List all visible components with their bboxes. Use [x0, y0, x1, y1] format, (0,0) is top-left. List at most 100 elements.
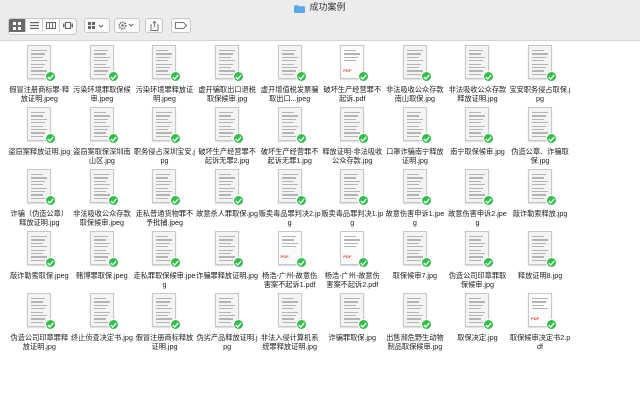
file-item[interactable]: 假冒注册商标罪-释放证明.jpeg [8, 43, 71, 105]
file-name: 赌博罪取保.jpeg [76, 271, 128, 280]
file-item[interactable]: PDF 杨浩-广州-故意伤害案不起诉2.pdf [321, 229, 384, 291]
file-name: 故意杀人罪取保.jpg [196, 209, 259, 218]
file-name: 杨浩-广州-故意伤害案不起诉2.pdf [324, 271, 380, 289]
checkmark-icon [45, 195, 57, 206]
file-name: 破坏生产经营罪不起诉无罪2.jpg [198, 147, 256, 165]
checkmark-icon [358, 195, 370, 206]
file-name: 假冒注册商标罪-释放证明.jpeg [9, 85, 70, 103]
file-item[interactable]: 宝安职务侵占取保.jpg [509, 43, 572, 105]
file-item[interactable]: 虚开骗取出口退税取保候审.jpg [196, 43, 259, 105]
file-item[interactable]: 口罩诈骗南宁释放证明.jpg [384, 105, 447, 167]
checkmark-icon [295, 71, 307, 82]
file-item[interactable]: 破坏生产经营罪不起诉无罪1.jpg [258, 105, 321, 167]
file-item[interactable]: 污染环境罪取保候审.jpeg [71, 43, 134, 105]
checkmark-icon [546, 195, 558, 206]
file-name: 伪造公司印章罪释放证明.jpg [10, 333, 69, 351]
action-button[interactable] [114, 18, 140, 33]
file-item[interactable]: 非法吸收公众存款取保候审.jpeg [71, 167, 134, 229]
file-item[interactable]: 虚开增值税发票骗取出口...jpeg [258, 43, 321, 105]
file-item[interactable]: 盗窃案释放证明.jpg [8, 105, 71, 167]
file-name: 取保候审7.jpg [392, 271, 438, 280]
file-item[interactable]: 走私普通货物罪不予批捕.jpeg [133, 167, 196, 229]
file-item[interactable]: 伪造公司印章罪取保候审.jpg [446, 229, 509, 291]
checkmark-icon [170, 319, 182, 330]
file-item[interactable]: 故意伤害申诉2.jpeg [446, 167, 509, 229]
checkmark-icon [170, 133, 182, 144]
file-item[interactable]: 故意伤害申诉1.jpeg [384, 167, 447, 229]
file-name: 非法吸收公众存款取保候审.jpeg [73, 209, 131, 227]
list-icon [29, 22, 39, 29]
file-item[interactable]: 盗窃案取保深圳南山区.jpg [71, 105, 134, 167]
list-view-button[interactable] [26, 19, 43, 32]
file-name: 释放证明8.jpg [517, 271, 563, 280]
checkmark-icon [233, 257, 245, 268]
file-name: 假冒注册商标释放证明.jpg [135, 333, 194, 351]
checkmark-icon [483, 195, 495, 206]
file-item[interactable]: 释放证明8.jpg [509, 229, 572, 291]
file-item[interactable]: 终止侦查决定书.jpg [71, 291, 134, 353]
file-item[interactable]: 伪劣产品释放证明.jpg [196, 291, 259, 353]
file-item[interactable]: 诈骗（伪造公章）释放证明.jpg [8, 167, 71, 229]
file-item[interactable]: 诈骗罪取保.jpg [321, 291, 384, 353]
file-name: 虚开增值税发票骗取出口...jpeg [260, 85, 319, 103]
file-item[interactable]: 诈骗罪释放证明.jpg [196, 229, 259, 291]
tag-button[interactable] [171, 18, 191, 33]
file-item[interactable]: PDF 杨浩-广州-故意伤害案不起诉1.pdf [258, 229, 321, 291]
file-name: 故意伤害申诉1.jpeg [385, 209, 445, 227]
checkmark-icon [170, 71, 182, 82]
checkmark-icon [170, 257, 182, 268]
file-grid-area: 假冒注册商标罪-释放证明.jpeg 污染环境罪取保候审.jpeg 污染环境罪释放证明… [0, 41, 640, 412]
share-button[interactable] [145, 18, 163, 33]
file-item[interactable]: PDF 破坏生产经营罪不起诉.pdf [321, 43, 384, 105]
empty-cell [571, 229, 634, 291]
file-name: 释放证明-非法吸收公众存款.jpg [322, 147, 383, 165]
file-item[interactable]: 污染环境罪释放证明.jpeg [133, 43, 196, 105]
pdf-badge-icon: PDF [343, 254, 352, 259]
checkmark-icon [45, 257, 57, 268]
file-item[interactable]: 贩卖毒品罪判决2.jpg [258, 167, 321, 229]
file-name: 贩卖毒品罪判决2.jpg [258, 209, 321, 227]
folder-icon [294, 3, 306, 13]
checkmark-icon [233, 71, 245, 82]
window-title: 成功案例 [294, 0, 346, 14]
group-button[interactable] [84, 18, 110, 33]
file-item[interactable]: 释放证明-非法吸收公众存款.jpg [321, 105, 384, 167]
file-name: 污染环境罪取保候审.jpeg [73, 85, 131, 103]
icon-view-button[interactable] [9, 19, 26, 32]
file-item[interactable]: 职务侵占深圳宝安.jpg [133, 105, 196, 167]
checkmark-icon [483, 71, 495, 82]
file-item[interactable]: 出售濒危野生动物制品取保候审.jpg [384, 291, 447, 353]
file-item[interactable]: PDF 取保候审决定书2.pdf [509, 291, 572, 353]
file-item[interactable]: 非法吸收公众存款释放证明.jpg [446, 43, 509, 105]
checkmark-icon [295, 257, 307, 268]
file-item[interactable]: 伪造公章、诈骗取保.jpg [509, 105, 572, 167]
pdf-badge-icon: PDF [280, 254, 289, 259]
file-item[interactable]: 赌博罪取保.jpeg [71, 229, 134, 291]
file-name: 非法吸收公众存款释放证明.jpg [448, 85, 507, 103]
gallery-view-button[interactable] [60, 19, 76, 32]
file-item[interactable]: 破坏生产经营罪不起诉无罪2.jpg [196, 105, 259, 167]
file-item[interactable]: 贩卖毒品罪判决1.jpg [321, 167, 384, 229]
file-item[interactable]: 取保决定.jpg [446, 291, 509, 353]
checkmark-icon [107, 257, 119, 268]
file-item[interactable]: 非法吸收公众存款南山取保.jpg [384, 43, 447, 105]
finder-window: 成功案例 假冒注册商标罪-释放证明.jpeg 污染环境罪取保候审.jpeg 污染… [0, 0, 640, 412]
file-item[interactable]: 取保候审7.jpg [384, 229, 447, 291]
checkmark-icon [483, 133, 495, 144]
file-item[interactable]: 非法入侵计算机系统罪释放证明.jpg [258, 291, 321, 353]
checkmark-icon [45, 133, 57, 144]
file-name: 非法入侵计算机系统罪释放证明.jpg [260, 333, 319, 351]
file-item[interactable]: 敲诈勒索释放.jpg [509, 167, 572, 229]
file-item[interactable]: 南宁取保候审.jpg [446, 105, 509, 167]
file-grid: 假冒注册商标罪-释放证明.jpeg 污染环境罪取保候审.jpeg 污染环境罪释放证明… [8, 43, 634, 353]
file-item[interactable]: 敲诈勒索取保.jpeg [8, 229, 71, 291]
file-name: 伪劣产品释放证明.jpg [196, 333, 258, 351]
file-item[interactable]: 伪造公司印章罪释放证明.jpg [8, 291, 71, 353]
file-item[interactable]: 假冒注册商标释放证明.jpg [133, 291, 196, 353]
checkmark-icon [358, 71, 370, 82]
file-name: 终止侦查决定书.jpg [70, 333, 133, 342]
checkmark-icon [546, 257, 558, 268]
column-view-button[interactable] [43, 19, 60, 32]
file-item[interactable]: 故意杀人罪取保.jpg [196, 167, 259, 229]
file-item[interactable]: 走私罪取保候审.jpeg [133, 229, 196, 291]
